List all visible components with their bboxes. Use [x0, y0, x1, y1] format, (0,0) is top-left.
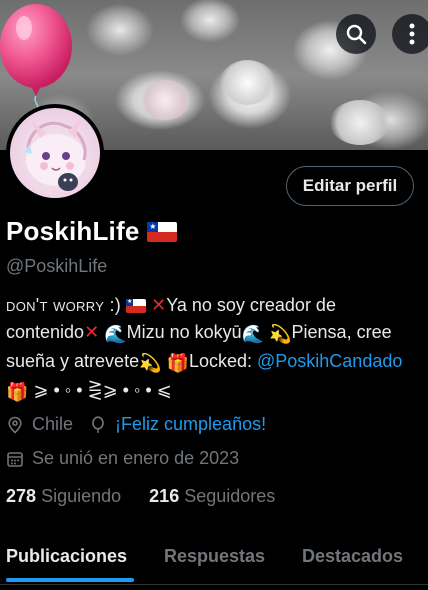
follow-counts: 278 Siguiendo 216 Seguidores — [6, 486, 275, 507]
profile-meta-joined-row: Se unió en enero de 2023 — [6, 448, 239, 469]
active-tab-indicator — [6, 578, 134, 582]
followers-count: 216 — [149, 486, 180, 506]
cross-mark-icon: ✕ — [151, 295, 167, 315]
joined-date-text: Se unió en enero de 2023 — [32, 448, 240, 468]
display-name: PoskihLife — [6, 216, 140, 246]
banner-rose — [330, 100, 390, 145]
edit-profile-button[interactable]: Editar perfil — [286, 166, 414, 206]
bio-line-2: contenido✕ 🌊Mizu no kokyū🌊 💫Piensa, cree — [6, 319, 428, 348]
bio-text: Ya no soy creador de — [166, 295, 336, 315]
gift-icon: 🎁 — [6, 382, 29, 402]
bio-mention-link[interactable]: @PoskihCandado — [257, 351, 402, 371]
search-button[interactable] — [336, 14, 376, 54]
following-link[interactable]: 278 Siguiendo — [6, 486, 121, 506]
calendar-icon — [7, 451, 23, 467]
balloon-icon — [92, 415, 104, 433]
water-wave-icon: 🌊 — [241, 324, 265, 344]
profile-bio: don't worry :) ★ ✕Ya no soy creador de c… — [6, 292, 428, 406]
more-vertical-icon — [409, 23, 415, 45]
location-text: Chile — [32, 414, 74, 434]
bio-decoration-text: ⩾ • ◦ • ⋛⩾ • ◦ • ⩽ — [28, 380, 172, 400]
username-handle: @PoskihLife — [6, 256, 108, 276]
birthday-link[interactable]: ¡Feliz cumpleaños! — [115, 414, 266, 435]
banner-rose — [220, 60, 275, 105]
bio-line-3: sueña y atrevete💫 🎁Locked: @PoskihCandad… — [6, 348, 428, 377]
balloon-decoration — [0, 2, 78, 113]
chile-flag-icon: ★ — [126, 299, 147, 314]
more-options-button[interactable] — [392, 14, 428, 54]
tab-respuestas[interactable]: Respuestas — [164, 546, 265, 567]
tab-publicaciones[interactable]: Publicaciones — [6, 546, 127, 567]
bio-text: contenido — [6, 322, 85, 342]
bio-smallcaps-text: don't worry :) — [6, 295, 122, 315]
profile-name-row: PoskihLife ★ — [6, 216, 178, 247]
following-count: 278 — [6, 486, 37, 506]
gift-icon: 🎁 — [166, 353, 189, 373]
bio-line-4: 🎁 ⩾ • ◦ • ⋛⩾ • ◦ • ⩽ — [6, 377, 428, 406]
cross-mark-icon: ✕ — [84, 322, 100, 342]
bio-line-1: don't worry :) ★ ✕Ya no soy creador de — [6, 292, 428, 319]
profile-meta-location-row: Chile ¡Feliz cumpleaños! — [6, 414, 266, 435]
bio-text: Piensa, cree — [291, 322, 392, 342]
followers-link[interactable]: 216 Seguidores — [149, 486, 275, 506]
location-pin-icon — [8, 416, 22, 434]
search-icon — [346, 24, 367, 45]
water-wave-icon: 🌊 — [104, 324, 127, 344]
dizzy-star-icon: 💫 — [139, 353, 162, 373]
dizzy-star-icon: 💫 — [269, 324, 292, 344]
bio-text: Locked: — [188, 351, 257, 371]
bio-text: sueña y atrevete — [6, 351, 140, 371]
chile-flag-icon: ★ — [147, 221, 178, 242]
avatar[interactable] — [6, 104, 104, 202]
followers-label: Seguidores — [184, 486, 276, 506]
following-label: Siguiendo — [41, 486, 122, 506]
banner-rose — [140, 80, 190, 120]
bio-text: Mizu no kokyū — [126, 322, 242, 342]
tab-destacados[interactable]: Destacados — [302, 546, 403, 567]
